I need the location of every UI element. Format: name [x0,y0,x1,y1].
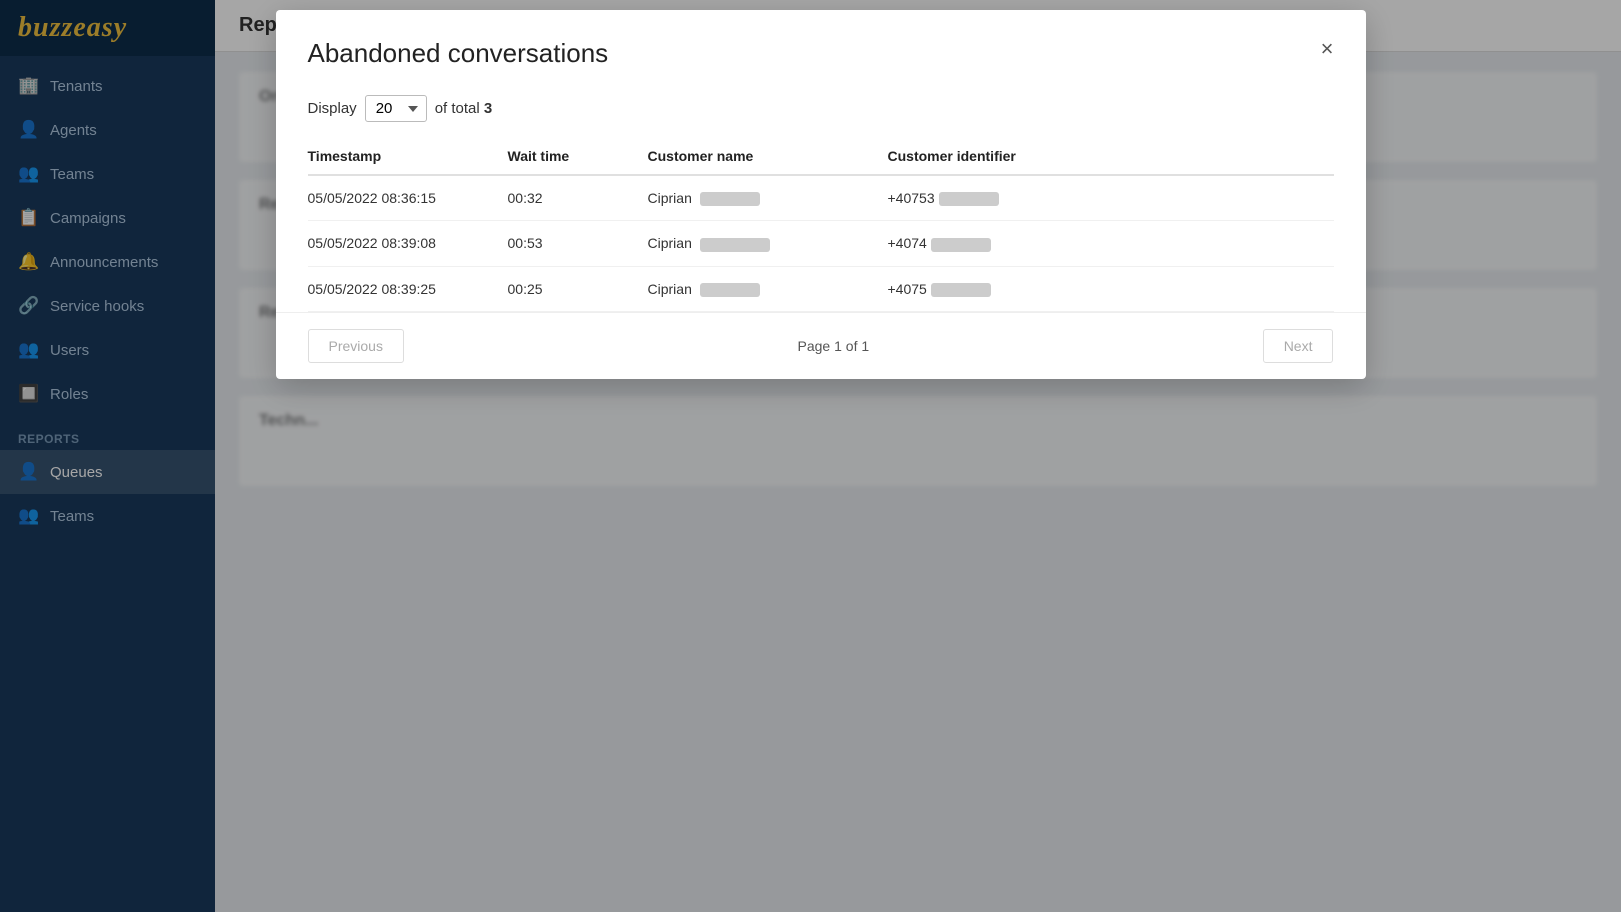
col-customer-identifier: Customer identifier [888,138,1334,175]
modal-header: Abandoned conversations × [276,10,1366,85]
cell-customer-identifier: +4074 [888,221,1334,266]
cell-timestamp: 05/05/2022 08:39:25 [308,266,508,311]
blurred-name [700,283,760,297]
blurred-id [939,192,999,206]
cell-wait-time: 00:25 [508,266,648,311]
col-wait-time: Wait time [508,138,648,175]
blurred-id [931,238,991,252]
next-button[interactable]: Next [1263,329,1334,363]
cell-wait-time: 00:32 [508,175,648,221]
previous-button[interactable]: Previous [308,329,404,363]
cell-wait-time: 00:53 [508,221,648,266]
blurred-id [931,283,991,297]
col-timestamp: Timestamp [308,138,508,175]
page-info: Page 1 of 1 [798,338,870,354]
abandoned-conversations-table: Timestamp Wait time Customer name Custom… [308,138,1334,312]
cell-customer-name: Ciprian [648,266,888,311]
total-count: 3 [484,100,492,117]
modal-title: Abandoned conversations [308,38,1334,69]
cell-customer-identifier: +40753 [888,175,1334,221]
table-row: 05/05/2022 08:39:2500:25Ciprian +4075 [308,266,1334,311]
col-customer-name: Customer name [648,138,888,175]
table-header: Timestamp Wait time Customer name Custom… [308,138,1334,175]
display-select[interactable]: 102050100 [365,95,427,122]
abandoned-conversations-modal: Abandoned conversations × Display 102050… [276,10,1366,379]
of-total-label: of total 3 [435,100,493,117]
table-body: 05/05/2022 08:36:1500:32Ciprian +4075305… [308,175,1334,311]
display-row: Display 102050100 of total 3 [276,85,1366,138]
cell-timestamp: 05/05/2022 08:39:08 [308,221,508,266]
table-row: 05/05/2022 08:39:0800:53Ciprian +4074 [308,221,1334,266]
modal-overlay: Abandoned conversations × Display 102050… [0,0,1621,912]
display-label: Display [308,100,357,117]
cell-customer-identifier: +4075 [888,266,1334,311]
modal-body: Timestamp Wait time Customer name Custom… [276,138,1366,312]
cell-customer-name: Ciprian [648,175,888,221]
blurred-name [700,238,770,252]
modal-footer: Previous Page 1 of 1 Next [276,312,1366,379]
blurred-name [700,192,760,206]
cell-customer-name: Ciprian [648,221,888,266]
close-button[interactable]: × [1313,34,1342,64]
table-row: 05/05/2022 08:36:1500:32Ciprian +40753 [308,175,1334,221]
cell-timestamp: 05/05/2022 08:36:15 [308,175,508,221]
